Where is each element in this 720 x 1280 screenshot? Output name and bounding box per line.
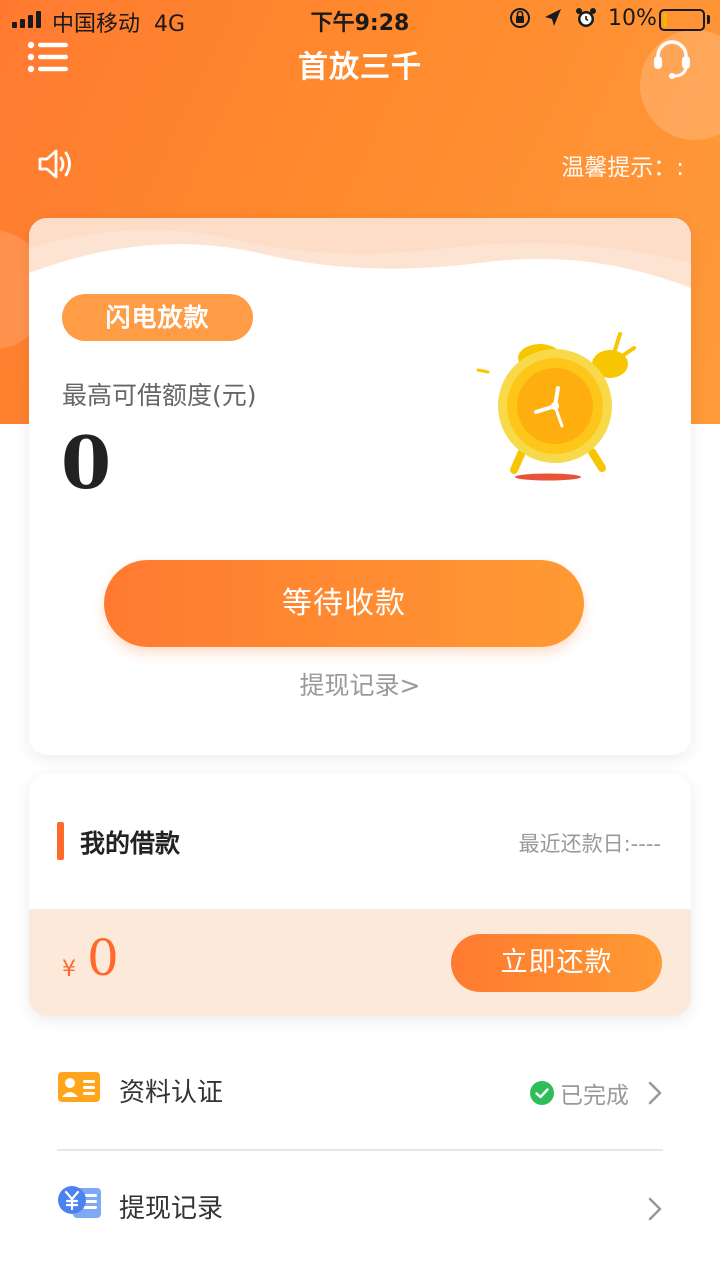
- wave-decoration: [29, 218, 691, 288]
- alarm-clock-icon: [476, 332, 636, 481]
- limit-value: 0: [61, 420, 112, 505]
- status-bar: 中国移动 4G 下午9:28 10%: [0, 0, 720, 40]
- wait-receive-button[interactable]: 等待收款: [104, 560, 584, 647]
- recent-due-date: 最近还款日:----: [518, 832, 661, 856]
- section-title: 我的借款: [80, 829, 181, 858]
- flash-loan-badge: 闪电放款: [62, 294, 253, 341]
- yuan-record-icon: [58, 1186, 101, 1218]
- repay-now-button[interactable]: 立即还款: [451, 934, 662, 992]
- id-card-icon: [58, 1072, 100, 1102]
- list-item-profile-verification[interactable]: 资料认证 已完成: [57, 1040, 663, 1154]
- location-icon: [545, 9, 561, 26]
- loan-amount: 0: [87, 929, 119, 987]
- currency-symbol: ¥: [62, 957, 76, 982]
- divider: [57, 1149, 663, 1151]
- status-badge: 已完成: [530, 1076, 629, 1110]
- my-loan-card: 我的借款 最近还款日:---- ¥ 0 立即还款: [29, 774, 691, 1016]
- battery-icon: [659, 9, 705, 31]
- limit-label: 最高可借额度(元): [62, 381, 257, 410]
- withdraw-record-link[interactable]: 提现记录>: [29, 666, 691, 702]
- list-item-label: 资料认证: [119, 1078, 224, 1108]
- status-text: 已完成: [560, 1083, 629, 1109]
- battery-percent: 10%: [608, 6, 657, 31]
- chevron-right-icon: [648, 1197, 662, 1221]
- chevron-right-icon: [648, 1081, 662, 1105]
- page-title: 首放三千: [298, 50, 422, 85]
- loan-card: 闪电放款 最高可借额度(元) 0 等待收款 提现记录>: [29, 218, 691, 755]
- list-item-withdraw-record[interactable]: 提现记录: [57, 1152, 663, 1266]
- speaker-icon: [38, 149, 71, 179]
- alarm-icon: [576, 8, 596, 27]
- rotation-lock-icon: [510, 8, 530, 28]
- notice-tip: 温馨提示：:: [561, 155, 684, 181]
- list-item-label: 提现记录: [119, 1194, 224, 1224]
- loan-amount-bar: ¥ 0 立即还款: [29, 909, 691, 1016]
- headset-icon[interactable]: [650, 36, 694, 80]
- check-circle-icon: [530, 1081, 554, 1105]
- section-accent-bar: [57, 822, 64, 860]
